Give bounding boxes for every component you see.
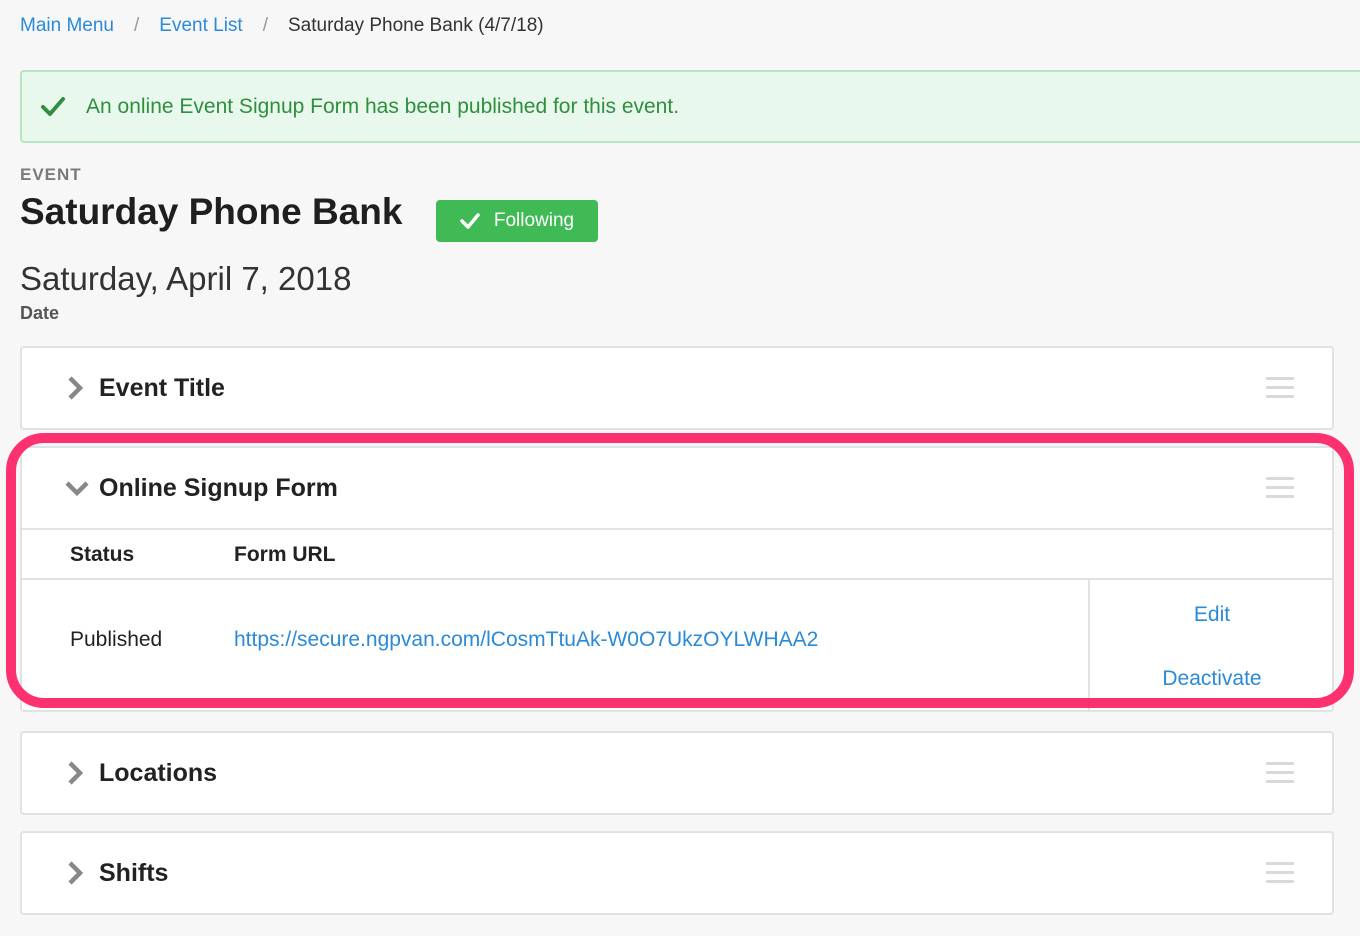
table-row: Published https://secure.ngpvan.com/lCos… [22, 580, 1332, 712]
check-icon [41, 96, 65, 116]
event-eyebrow: EVENT [20, 165, 82, 184]
deactivate-link[interactable]: Deactivate [1090, 667, 1334, 691]
form-url-link[interactable]: https://secure.ngpvan.com/lCosmTtuAk-W0O… [234, 628, 818, 652]
breadcrumb: Main Menu / Event List / Saturday Phone … [20, 15, 544, 37]
shifts-panel-header[interactable]: Shifts [22, 833, 1332, 913]
locations-panel-header[interactable]: Locations [22, 733, 1332, 813]
locations-panel-title: Locations [99, 758, 218, 787]
column-header-status: Status [70, 543, 135, 566]
shifts-panel: Shifts [20, 831, 1334, 915]
drag-handle-icon[interactable] [1266, 377, 1294, 401]
online-signup-form-panel: Online Signup Form Status Form URL Publi… [20, 446, 1334, 712]
following-button-label: Following [493, 210, 575, 231]
form-status: Published [70, 628, 163, 651]
event-title-panel: Event Title [20, 346, 1334, 430]
chevron-right-icon [68, 376, 84, 400]
alert-message: An online Event Signup Form has been pub… [86, 94, 680, 118]
chevron-right-icon [68, 761, 84, 785]
drag-handle-icon[interactable] [1266, 762, 1294, 786]
breadcrumb-main-menu-link[interactable]: Main Menu [20, 15, 114, 37]
shifts-panel-title: Shifts [99, 858, 169, 887]
signup-form-table: Status Form URL Published https://secure… [22, 528, 1332, 712]
breadcrumb-current: Saturday Phone Bank (4/7/18) [288, 15, 544, 36]
online-signup-form-panel-header[interactable]: Online Signup Form [22, 448, 1332, 528]
check-icon [460, 213, 480, 229]
breadcrumb-separator: / [262, 15, 268, 36]
row-actions: Edit Deactivate [1088, 580, 1332, 712]
breadcrumb-separator: / [134, 15, 140, 36]
event-date: Saturday, April 7, 2018 [20, 260, 352, 297]
page-title: Saturday Phone Bank [20, 191, 403, 232]
success-alert: An online Event Signup Form has been pub… [20, 70, 1360, 143]
breadcrumb-event-list-link[interactable]: Event List [159, 15, 242, 37]
event-date-label: Date [20, 303, 60, 323]
online-signup-form-panel-title: Online Signup Form [99, 473, 338, 502]
table-header: Status Form URL [22, 530, 1332, 580]
column-header-form-url: Form URL [234, 543, 336, 566]
drag-handle-icon[interactable] [1266, 862, 1294, 886]
event-title-panel-title: Event Title [99, 373, 225, 402]
drag-handle-icon[interactable] [1266, 477, 1294, 501]
chevron-right-icon [68, 861, 84, 885]
following-button[interactable]: Following [436, 200, 598, 242]
locations-panel: Locations [20, 731, 1334, 815]
chevron-down-icon [65, 481, 89, 497]
event-title-panel-header[interactable]: Event Title [22, 348, 1332, 428]
edit-link[interactable]: Edit [1090, 603, 1334, 627]
